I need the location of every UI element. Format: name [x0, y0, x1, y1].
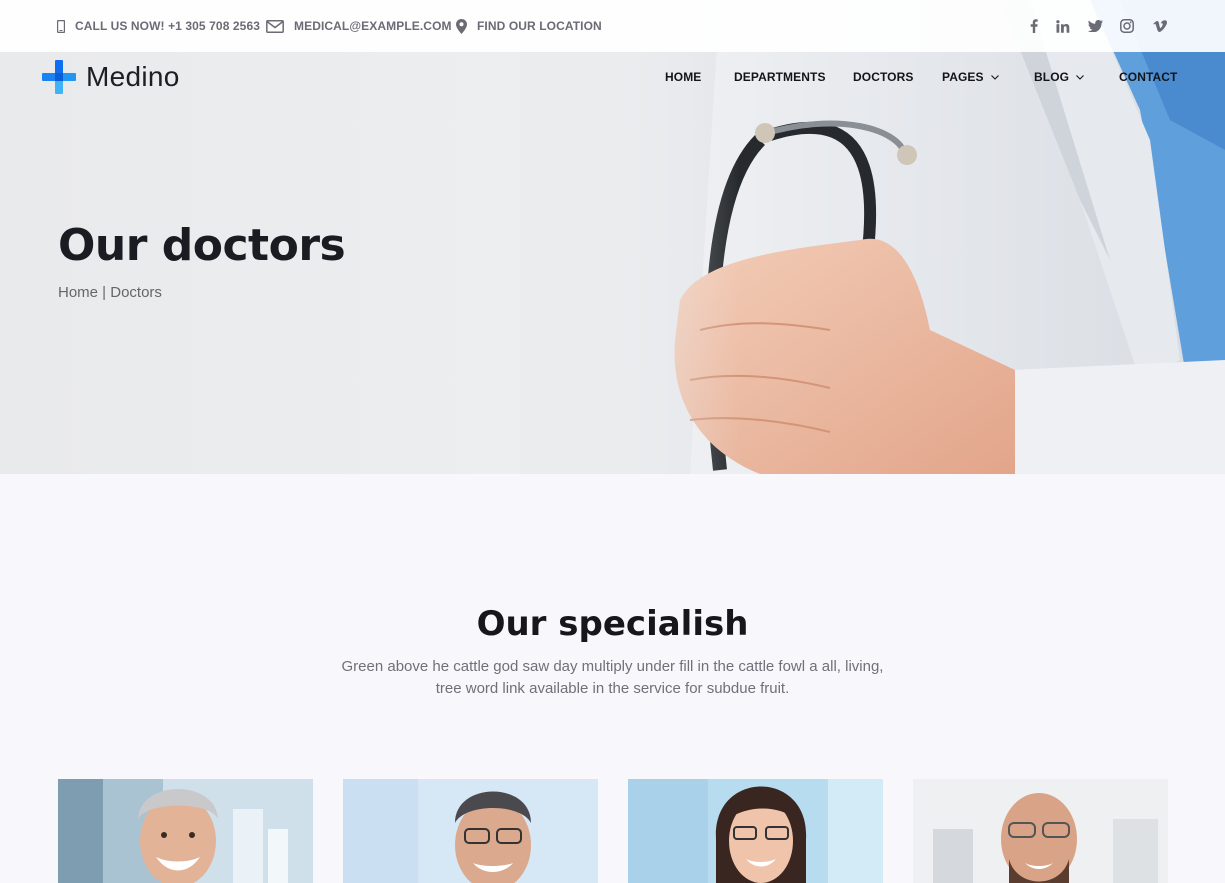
nav-pages[interactable]: PAGES [942, 62, 999, 92]
vimeo-icon [1153, 20, 1167, 32]
doctor-photo-3 [628, 779, 883, 883]
doctor-card-2[interactable] [343, 779, 598, 883]
twitter-link[interactable] [1085, 0, 1105, 52]
breadcrumb: Home | Doctors [58, 284, 162, 301]
page-title: Our doctors [58, 220, 346, 271]
nav-pages-label: PAGES [942, 70, 984, 84]
phone-link[interactable]: CALL US NOW! +1 305 708 2563 [57, 0, 260, 52]
chevron-down-icon [1076, 74, 1084, 80]
linkedin-icon [1056, 19, 1070, 33]
nav-home[interactable]: HOME [665, 62, 701, 92]
map-pin-icon [456, 18, 467, 34]
nav-blog-label: BLOG [1034, 70, 1070, 84]
facebook-icon [1030, 19, 1038, 33]
doctor-photo-1 [58, 779, 313, 883]
location-text: FIND OUR LOCATION [477, 19, 602, 33]
chevron-down-icon [990, 74, 999, 80]
doctor-card-4[interactable] [913, 779, 1168, 883]
doctor-card-1[interactable] [58, 779, 313, 883]
nav-doctors-label: DOCTORS [853, 70, 914, 84]
doctor-card-3[interactable] [628, 779, 883, 883]
twitter-icon [1087, 20, 1103, 32]
instagram-link[interactable] [1117, 0, 1137, 52]
envelope-icon [266, 19, 284, 33]
nav-contact[interactable]: CONTACT [1119, 62, 1177, 92]
section-title: Our specialish [476, 604, 749, 644]
email-link[interactable]: MEDICAL@EXAMPLE.COM [266, 0, 452, 52]
nav-doctors[interactable]: DOCTORS [853, 62, 913, 92]
nav-home-label: HOME [665, 70, 702, 84]
brand-name: Medino [86, 61, 180, 92]
facebook-link[interactable] [1024, 0, 1044, 52]
doctor-photo-2 [343, 779, 598, 883]
nav-contact-label: CONTACT [1119, 70, 1178, 84]
logo-cross-icon [42, 60, 76, 94]
nav-departments[interactable]: DEPARTMENTS [734, 62, 826, 92]
brand-logo[interactable]: Medino [42, 60, 180, 94]
nav-departments-label: DEPARTMENTS [734, 70, 826, 84]
section-description: Green above he cattle god saw day multip… [341, 658, 884, 697]
vimeo-link[interactable] [1150, 0, 1170, 52]
linkedin-link[interactable] [1053, 0, 1073, 52]
phone-icon [57, 19, 65, 33]
location-link[interactable]: FIND OUR LOCATION [456, 0, 602, 52]
email-text: MEDICAL@EXAMPLE.COM [294, 19, 452, 33]
doctor-photo-4 [913, 779, 1168, 883]
phone-text: CALL US NOW! +1 305 708 2563 [75, 19, 260, 33]
top-bar: CALL US NOW! +1 305 708 2563 MEDICAL@EXA… [0, 0, 1225, 52]
instagram-icon [1120, 19, 1134, 33]
nav-blog[interactable]: BLOG [1034, 62, 1084, 92]
